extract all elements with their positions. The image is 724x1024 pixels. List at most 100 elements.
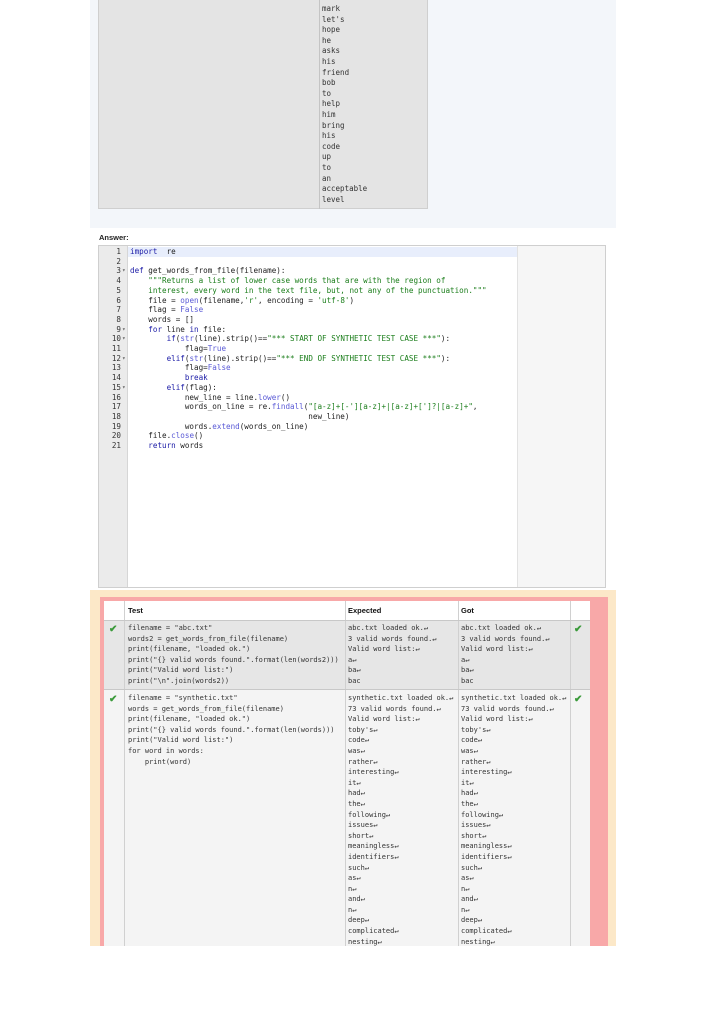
- code-line[interactable]: 10 ▾ if(str(line).strip()=="*** START OF …: [99, 334, 605, 344]
- code-token: findall: [271, 402, 304, 412]
- line-number: 10: [111, 334, 121, 344]
- line-number: 1: [116, 247, 121, 256]
- code-token: break: [184, 373, 208, 383]
- code-line[interactable]: 21 return words: [99, 441, 605, 451]
- code-line[interactable]: 4 """Returns a list of lower case words …: [99, 276, 605, 286]
- code-line[interactable]: 2: [99, 257, 605, 267]
- code-line[interactable]: 7 flag = False: [99, 305, 605, 315]
- code-token: in: [189, 324, 199, 334]
- code-token: words_on_line = re.: [130, 402, 272, 412]
- code-token: get_words_from_file(filename):: [143, 266, 286, 276]
- code-token: (line).strip()==: [194, 334, 268, 344]
- fold-toggle-icon[interactable]: ▾: [122, 266, 126, 276]
- code-text: elif(str(line).strip()=="*** END OF SYNT…: [130, 353, 451, 364]
- line-number: 13: [111, 363, 121, 373]
- code-line[interactable]: 15 ▾ elif(flag):: [99, 383, 605, 393]
- code-token: if: [166, 334, 176, 344]
- expected-word: help: [322, 99, 341, 109]
- code-token: (words_on_line): [239, 421, 309, 431]
- code-line[interactable]: 18 new_line): [99, 412, 605, 422]
- code-text: new_line = line.lower(): [130, 393, 290, 403]
- fold-toggle-icon[interactable]: ▾: [122, 334, 126, 344]
- line-number: 6: [116, 295, 121, 305]
- code-text: if(str(line).strip()=="*** START OF SYNT…: [130, 334, 451, 344]
- code-line[interactable]: 13 flag=False: [99, 363, 605, 373]
- line-number: 9: [116, 324, 121, 334]
- pass-check-icon: ✔: [574, 694, 583, 705]
- expected-output-box: [98, 0, 428, 209]
- code-line[interactable]: 9 ▾ for line in file:: [99, 325, 605, 335]
- expected-word: friend: [322, 67, 350, 77]
- expected-word: his: [322, 131, 336, 141]
- code-token: lower: [258, 392, 281, 402]
- row-separator: [104, 689, 590, 690]
- code-token: file.: [130, 431, 172, 441]
- code-line[interactable]: 11 flag=True: [99, 344, 605, 354]
- code-token: extend: [212, 421, 240, 431]
- header-expected: Expected: [348, 606, 382, 615]
- line-number: 4: [116, 276, 121, 286]
- code-line[interactable]: 19 words.extend(words_on_line): [99, 422, 605, 432]
- code-line[interactable]: 17 words_on_line = re.findall("[a-z]+[-'…: [99, 402, 605, 412]
- code-token: (filename,: [198, 295, 245, 305]
- got-cell: abc.txt loaded ok.↵ 3 valid words found.…: [461, 624, 550, 685]
- code-text: flag=True: [130, 344, 226, 354]
- code-token: return: [148, 441, 176, 450]
- code-text: interest, every word in the text file, b…: [130, 286, 486, 296]
- code-token: file =: [130, 295, 181, 305]
- expected-word: acceptable: [322, 184, 368, 194]
- code-token: (): [280, 392, 291, 402]
- pass-check-icon: ✔: [109, 624, 118, 635]
- pass-check-icon: ✔: [574, 624, 583, 635]
- line-number: 17: [111, 402, 121, 412]
- code-token: words.: [130, 421, 213, 431]
- header-separator: [104, 620, 590, 621]
- code-line[interactable]: 5 interest, every word in the text file,…: [99, 286, 605, 296]
- code-token: "*** START OF SYNTHETIC TEST CASE ***": [267, 334, 441, 344]
- expected-word: an: [322, 173, 332, 183]
- expected-word: code: [322, 141, 341, 151]
- code-line[interactable]: 3 ▾ def get_words_from_file(filename):: [99, 266, 605, 276]
- code-line[interactable]: 1 import re: [99, 247, 605, 257]
- code-text: break: [130, 373, 208, 383]
- code-token: (line).strip()==: [203, 353, 277, 363]
- expected-word-list: mark let's hope he asks his friend bob to help him…: [322, 4, 367, 205]
- code-token: ):: [440, 353, 451, 363]
- pass-check-icon: ✔: [109, 694, 118, 705]
- code-token: file:: [198, 324, 227, 334]
- fold-toggle-icon[interactable]: ▾: [122, 383, 126, 393]
- code-token: elif: [166, 353, 185, 363]
- test-code-cell: filename = "abc.txt" words2 = get_words_…: [128, 624, 339, 685]
- expected-word: bob: [322, 78, 336, 88]
- expected-word: to: [322, 162, 332, 172]
- code-line[interactable]: 8 words = []: [99, 315, 605, 325]
- code-token: "*** END OF SYNTHETIC TEST CASE ***": [276, 353, 441, 363]
- fold-toggle-icon[interactable]: ▾: [122, 325, 126, 335]
- expected-word: level: [322, 194, 345, 204]
- code-text: elif(flag):: [130, 383, 217, 393]
- code-editor[interactable]: 1 import re 2 3 ▾ def get_words_from_file(fil…: [98, 245, 606, 588]
- code-line[interactable]: 12 ▾ elif(str(line).strip()=="*** END OF …: [99, 354, 605, 364]
- code-token: flag=: [130, 344, 208, 353]
- got-cell: synthetic.txt loaded ok.↵ 73 valid words…: [461, 694, 567, 946]
- line-number: 16: [111, 392, 121, 402]
- column-divider: [319, 0, 320, 209]
- expected-word: asks: [322, 46, 341, 56]
- code-token: str: [189, 353, 204, 363]
- column-line: [570, 601, 571, 946]
- code-text: words_on_line = re.findall("[a-z]+[-'][a…: [130, 402, 478, 412]
- code-line[interactable]: 20 file.close(): [99, 431, 605, 441]
- line-number: 14: [111, 373, 121, 383]
- code-line[interactable]: 6 file = open(filename,'r', encoding = '…: [99, 296, 605, 306]
- code-line[interactable]: 16 new_line = line.lower(): [99, 393, 605, 403]
- line-number: 19: [111, 421, 121, 431]
- line-number: 18: [111, 411, 121, 421]
- code-token: False: [180, 305, 204, 315]
- code-line[interactable]: 14 break: [99, 373, 605, 383]
- expected-word: his: [322, 56, 336, 66]
- code-token: for: [148, 324, 163, 334]
- code-token: open: [180, 295, 199, 305]
- fold-toggle-icon[interactable]: ▾: [122, 354, 126, 364]
